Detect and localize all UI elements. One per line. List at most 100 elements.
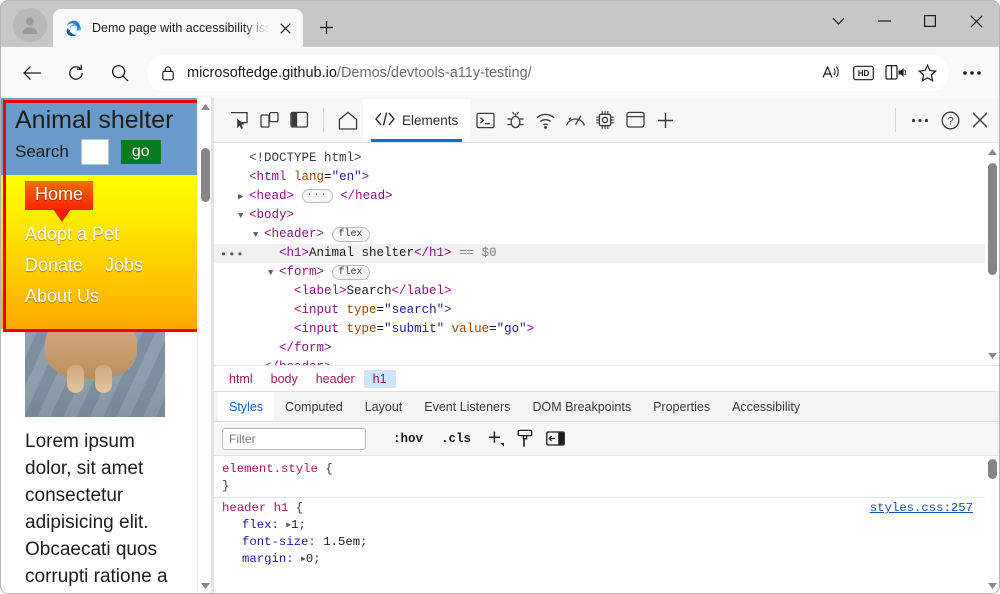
css-scrollbar-thumb[interactable] <box>988 459 997 479</box>
toggle-computed-sidebar-button[interactable] <box>542 427 568 451</box>
dom-tree-node[interactable]: <label>Search</label> <box>214 282 1000 301</box>
browser-tab[interactable]: Demo page with accessibility issu <box>53 9 303 47</box>
css-rule[interactable]: element.style {} <box>214 459 1000 497</box>
styles-filter-input[interactable]: Filter <box>222 428 366 450</box>
dom-scroll-down-icon[interactable] <box>985 349 999 363</box>
nav-item-about[interactable]: About Us <box>25 286 99 307</box>
maximize-button[interactable] <box>907 1 953 41</box>
code-icon <box>375 112 395 129</box>
arrow-left-icon <box>23 65 42 81</box>
dom-scroll-up-icon[interactable] <box>985 145 999 159</box>
dom-tree-node[interactable]: <!DOCTYPE html> <box>214 149 1000 168</box>
css-pane-scrollbar[interactable] <box>985 456 1000 594</box>
dom-tree-node[interactable]: ▼<form> flex <box>214 263 1000 282</box>
immersive-reader-button[interactable] <box>879 58 911 88</box>
dom-scrollbar-thumb[interactable] <box>988 163 997 275</box>
tab-elements[interactable]: Elements <box>363 99 470 142</box>
tab-actions-dropdown-button[interactable] <box>815 1 861 41</box>
browser-settings-button[interactable] <box>955 56 989 90</box>
node-twisty-icon[interactable]: ▼ <box>238 207 249 226</box>
css-declaration[interactable]: margin: ▶0; <box>222 551 1000 568</box>
close-devtools-icon[interactable] <box>965 105 995 135</box>
scroll-down-arrow-icon[interactable] <box>198 579 211 593</box>
breadcrumb-item-h1[interactable]: h1 <box>364 370 396 388</box>
console-icon[interactable] <box>470 105 500 135</box>
tab-layout[interactable]: Layout <box>354 392 414 421</box>
performance-icon[interactable] <box>560 105 590 135</box>
help-icon[interactable]: ? <box>935 105 965 135</box>
dock-side-icon[interactable] <box>284 105 314 135</box>
dom-tree[interactable]: <!DOCTYPE html><html lang="en">▶<head> ·… <box>214 143 1000 365</box>
site-go-button[interactable]: go <box>121 140 161 164</box>
tab-accessibility[interactable]: Accessibility <box>721 392 811 421</box>
inspect-element-icon[interactable] <box>224 105 254 135</box>
dom-tree-scrollbar[interactable] <box>985 143 1000 365</box>
tab-styles[interactable]: Styles <box>218 392 274 421</box>
minimize-button[interactable] <box>861 1 907 41</box>
application-storage-icon[interactable] <box>620 105 650 135</box>
computed-style-paint-button[interactable] <box>512 427 538 451</box>
dom-tree-node[interactable]: <input type="search"> <box>214 301 1000 320</box>
breadcrumb-item-html[interactable]: html <box>220 370 262 388</box>
breadcrumb-item-body[interactable]: body <box>262 370 307 388</box>
breadcrumb[interactable]: html body header h1 <box>214 365 1000 391</box>
dom-tree-node[interactable]: <html lang="en"> <box>214 168 1000 187</box>
css-declaration[interactable]: flex: ▶1; <box>222 517 1000 534</box>
nav-item-jobs[interactable]: Jobs <box>105 255 143 276</box>
new-style-rule-button[interactable] <box>482 427 508 451</box>
dom-tree-node[interactable]: ▼<body> <box>214 206 1000 225</box>
css-scroll-down-icon[interactable] <box>985 579 999 593</box>
nav-item-donate[interactable]: Donate <box>25 255 83 276</box>
nav-item-adopt[interactable]: Adopt a Pet <box>25 224 119 245</box>
home-icon[interactable] <box>333 105 363 135</box>
css-rules-pane[interactable]: element.style {}header h1 {flex: ▶1;font… <box>214 456 1000 594</box>
back-button[interactable] <box>15 56 49 90</box>
breadcrumb-item-header[interactable]: header <box>307 370 364 388</box>
hover-state-button[interactable]: :hov <box>386 430 430 448</box>
tab-computed[interactable]: Computed <box>274 392 354 421</box>
scroll-up-arrow-icon[interactable] <box>198 100 211 114</box>
node-twisty-icon[interactable]: ▼ <box>253 226 264 245</box>
dom-tree-node[interactable]: <input type="submit" value="go"> <box>214 320 1000 339</box>
browser-content: Animal shelter Search go Home Adopt a Pe… <box>1 98 1000 594</box>
dom-tree-node[interactable]: </form> <box>214 339 1000 358</box>
memory-chip-icon[interactable] <box>590 105 620 135</box>
search-button[interactable] <box>103 56 137 90</box>
plus-icon <box>319 20 334 35</box>
node-twisty-icon[interactable]: ▶ <box>238 188 249 207</box>
dom-tree-node[interactable]: ▶<head> ··· </head> <box>214 187 1000 206</box>
address-bar[interactable]: microsoftedge.github.io/Demos/devtools-a… <box>147 55 949 91</box>
page-scrollbar[interactable] <box>197 98 211 594</box>
favorite-button[interactable] <box>911 58 943 88</box>
devtools-more-icon[interactable] <box>905 105 935 135</box>
page-scrollbar-thumb[interactable] <box>201 148 210 202</box>
tab-dom-breakpoints[interactable]: DOM Breakpoints <box>521 392 642 421</box>
browser-toolbar: microsoftedge.github.io/Demos/devtools-a… <box>1 47 999 98</box>
tab-properties[interactable]: Properties <box>642 392 721 421</box>
dom-tree-node[interactable]: ▼<header> flex <box>214 225 1000 244</box>
site-search-input[interactable] <box>81 139 109 165</box>
css-selector[interactable]: element.style { <box>222 461 1000 478</box>
css-rule[interactable]: header h1 {flex: ▶1;font-size: 1.5em;mar… <box>214 497 1000 570</box>
hd-icon: HD <box>853 65 874 81</box>
add-panel-icon[interactable] <box>650 105 680 135</box>
css-declaration[interactable]: font-size: 1.5em; <box>222 534 1000 551</box>
css-source-link[interactable]: styles.css:257 <box>870 500 973 517</box>
hd-video-button[interactable]: HD <box>847 58 879 88</box>
nav-row: Donate Jobs <box>1 255 197 286</box>
nav-item-home[interactable]: Home <box>25 181 93 210</box>
tab-close-button[interactable] <box>273 16 297 40</box>
read-aloud-button[interactable] <box>815 58 847 88</box>
node-twisty-icon[interactable]: ▼ <box>268 264 279 283</box>
dom-tree-node[interactable]: </header> <box>214 358 1000 365</box>
new-tab-button[interactable] <box>311 12 341 42</box>
class-filter-button[interactable]: .cls <box>434 430 478 448</box>
debugger-bug-icon[interactable] <box>500 105 530 135</box>
reload-button[interactable] <box>59 56 93 90</box>
tab-event-listeners[interactable]: Event Listeners <box>413 392 521 421</box>
dom-tree-node[interactable]: •••<h1>Animal shelter</h1> == $0 <box>214 244 1000 263</box>
profile-avatar[interactable] <box>13 8 47 42</box>
device-emulation-icon[interactable] <box>254 105 284 135</box>
close-window-button[interactable] <box>953 1 999 41</box>
network-icon[interactable] <box>530 105 560 135</box>
